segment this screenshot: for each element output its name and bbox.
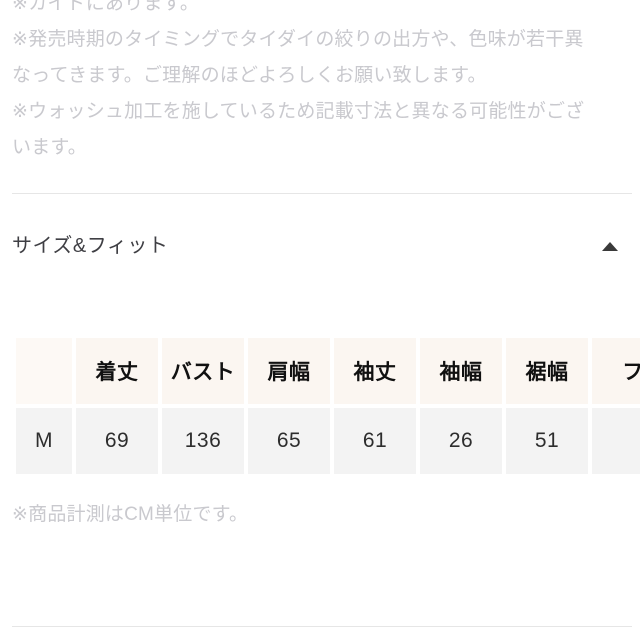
column-header-hem-width: 裾幅 <box>506 338 588 404</box>
cell-sleeve-width: 26 <box>420 408 502 474</box>
measurement-unit-footnote: ※商品計測はCM単位です。 <box>12 504 249 525</box>
section-divider-bottom <box>12 626 632 627</box>
column-header-shoulder: 肩幅 <box>248 338 330 404</box>
cell-size: M <box>16 408 72 474</box>
column-header-sleeve-width: 袖幅 <box>420 338 502 404</box>
product-detail-page: ※カイドにあります。 ※発売時期のタイミングでタイダイの絞りの出方や、色味が若干… <box>0 0 640 640</box>
table-row: M 69 136 65 61 26 51 <box>16 408 640 474</box>
product-note-line: ※ウォッシュ加工を施しているため記載寸法と異なる可能性がござ <box>12 101 585 122</box>
chevron-up-icon[interactable] <box>602 241 618 251</box>
product-note-line: います。 <box>12 137 87 158</box>
cell-hood <box>592 408 640 474</box>
column-header-sleeve-length: 袖丈 <box>334 338 416 404</box>
section-divider-top <box>12 193 632 194</box>
section-title: サイズ&フィット <box>12 235 169 257</box>
cell-bust: 136 <box>162 408 244 474</box>
product-note-line: なってきます。ご理解のほどよろしくお願い致します。 <box>12 65 487 86</box>
column-header-hood: フ <box>592 338 640 404</box>
column-header-bust: バスト <box>162 338 244 404</box>
column-header-size <box>16 338 72 404</box>
size-and-fit-accordion-header[interactable]: サイズ&フィット <box>0 224 640 268</box>
product-note-line: ※カイドにあります。 <box>12 0 200 14</box>
size-chart-table: 着丈 バスト 肩幅 袖丈 袖幅 裾幅 フ M 69 136 65 61 26 5… <box>12 334 640 478</box>
cell-sleeve-length: 61 <box>334 408 416 474</box>
product-note-line: ※発売時期のタイミングでタイダイの絞りの出方や、色味が若干異 <box>12 29 584 50</box>
product-notes: ※カイドにあります。 ※発売時期のタイミングでタイダイの絞りの出方や、色味が若干… <box>12 0 632 166</box>
cell-length: 69 <box>76 408 158 474</box>
table-header-row: 着丈 バスト 肩幅 袖丈 袖幅 裾幅 フ <box>16 338 640 404</box>
cell-shoulder: 65 <box>248 408 330 474</box>
cell-hem-width: 51 <box>506 408 588 474</box>
column-header-length: 着丈 <box>76 338 158 404</box>
